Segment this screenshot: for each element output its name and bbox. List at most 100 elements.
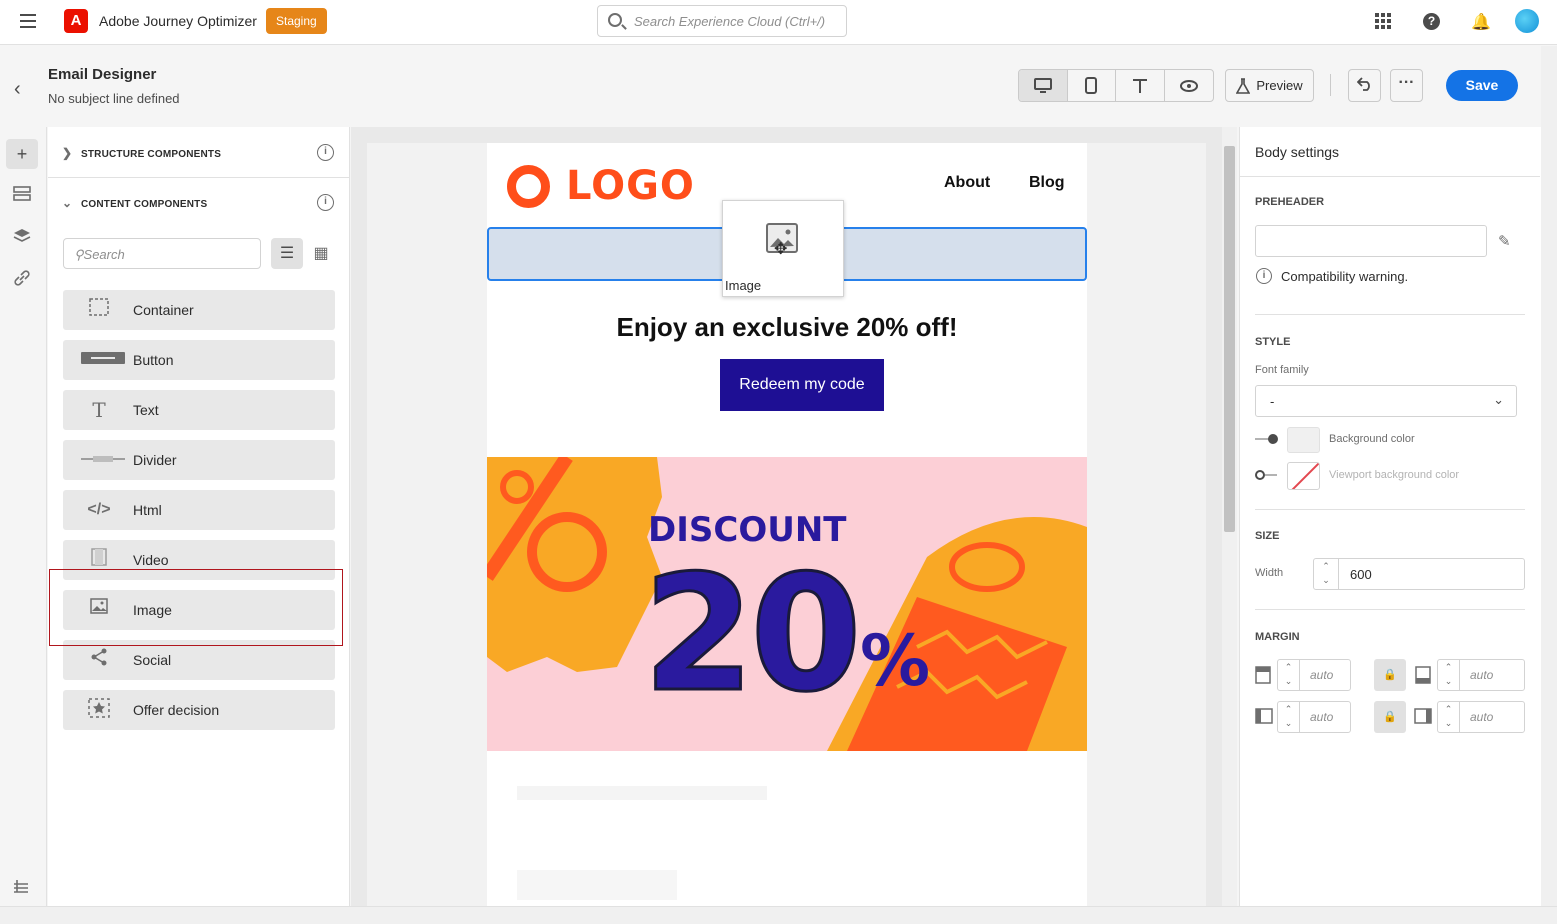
- list-view-icon[interactable]: ☰: [271, 238, 303, 269]
- text-view-icon[interactable]: [1116, 70, 1165, 101]
- canvas-scrollbar-thumb[interactable]: [1224, 146, 1235, 532]
- background-color-label: Background color: [1329, 433, 1415, 445]
- font-family-select[interactable]: - ⌄: [1255, 385, 1517, 417]
- email-nav-about[interactable]: About: [944, 174, 990, 192]
- preview-label: Preview: [1256, 78, 1303, 93]
- more-options-button[interactable]: ···: [1390, 69, 1423, 102]
- component-text[interactable]: T Text: [63, 390, 335, 430]
- edit-pencil-icon[interactable]: ✎: [1498, 232, 1511, 250]
- structure-components-header[interactable]: ❯ STRUCTURE COMPONENTS: [62, 146, 221, 166]
- component-label: Text: [133, 402, 159, 418]
- menu-icon[interactable]: [20, 14, 36, 28]
- panel-divider: [1239, 176, 1540, 177]
- component-button[interactable]: Button: [63, 340, 335, 380]
- add-components-icon[interactable]: +: [6, 139, 38, 169]
- content-components-title: CONTENT COMPONENTS: [80, 199, 208, 210]
- preview-button[interactable]: Preview: [1225, 69, 1314, 102]
- eye-preview-icon[interactable]: [1165, 70, 1214, 101]
- stepper-icon[interactable]: ⌃ ⌄: [1438, 660, 1460, 690]
- component-html[interactable]: </> Html: [63, 490, 335, 530]
- lock-horizontal-margin-icon[interactable]: 🔒: [1374, 701, 1406, 733]
- help-icon[interactable]: ?: [1423, 13, 1440, 30]
- component-label: Divider: [133, 452, 177, 468]
- save-button[interactable]: Save: [1446, 70, 1518, 101]
- margin-bottom-icon: [1415, 666, 1431, 687]
- margin-top-icon: [1255, 666, 1271, 687]
- notifications-bell-icon[interactable]: 🔔: [1471, 12, 1491, 32]
- email-logo[interactable]: LOGO: [507, 163, 695, 209]
- margin-left-input[interactable]: ⌃ ⌄ auto: [1277, 701, 1351, 733]
- component-divider[interactable]: Divider: [63, 440, 335, 480]
- section-divider: [1255, 609, 1525, 610]
- lock-vertical-margin-icon[interactable]: 🔒: [1374, 659, 1406, 691]
- info-icon[interactable]: i: [317, 144, 334, 161]
- dragged-image-component[interactable]: ✥ Image: [722, 200, 844, 297]
- section-divider: [1255, 314, 1525, 315]
- component-label: Social: [133, 652, 172, 668]
- dragged-component-label: Image: [725, 278, 762, 293]
- environment-badge[interactable]: Staging: [266, 8, 327, 34]
- component-search-input[interactable]: ⚲Search: [63, 238, 261, 269]
- component-search-placeholder: ⚲Search: [74, 247, 125, 262]
- top-bar: A Adobe Journey Optimizer Staging Search…: [0, 0, 1557, 45]
- margin-bottom-input[interactable]: ⌃ ⌄ auto: [1437, 659, 1525, 691]
- page-title: Email Designer: [48, 66, 157, 83]
- stepper-icon[interactable]: ⌃ ⌄: [1278, 660, 1300, 690]
- viewport-bg-swatch[interactable]: [1287, 462, 1320, 490]
- info-icon[interactable]: i: [317, 194, 334, 211]
- margin-left-icon: [1255, 708, 1273, 727]
- component-social[interactable]: Social: [63, 640, 335, 680]
- email-headline[interactable]: Enjoy an exclusive 20% off!: [487, 312, 1087, 343]
- panel-divider: [48, 177, 350, 178]
- margin-top-input[interactable]: ⌃ ⌄ auto: [1277, 659, 1351, 691]
- layers-icon[interactable]: [6, 223, 38, 253]
- link-icon[interactable]: [6, 265, 38, 295]
- page-scrollbar[interactable]: [1541, 46, 1557, 906]
- undo-button[interactable]: [1348, 69, 1381, 102]
- layer-settings-icon[interactable]: [6, 873, 38, 903]
- fragments-icon[interactable]: [6, 181, 38, 211]
- stepper-icon[interactable]: ⌃ ⌄: [1278, 702, 1300, 732]
- background-color-swatch[interactable]: [1287, 427, 1320, 453]
- app-title[interactable]: Adobe Journey Optimizer: [99, 13, 257, 29]
- text-icon: T: [92, 398, 106, 422]
- compatibility-warning[interactable]: Compatibility warning.: [1281, 269, 1408, 284]
- user-avatar[interactable]: [1515, 9, 1539, 33]
- email-nav-blog[interactable]: Blog: [1029, 174, 1065, 192]
- content-components-header[interactable]: ⌄ CONTENT COMPONENTS: [62, 196, 207, 216]
- mobile-view-icon[interactable]: [1068, 70, 1116, 101]
- component-container[interactable]: Container: [63, 290, 335, 330]
- desktop-view-icon[interactable]: [1019, 70, 1068, 101]
- preheader-input[interactable]: [1255, 225, 1487, 257]
- stepper-icon[interactable]: ⌃ ⌄: [1438, 702, 1460, 732]
- margin-top-value: auto: [1310, 668, 1334, 682]
- global-search-input[interactable]: Search Experience Cloud (Ctrl+/): [597, 5, 847, 37]
- redeem-code-button[interactable]: Redeem my code: [720, 359, 884, 411]
- faded-text-block: [517, 786, 767, 800]
- logo-text: LOGO: [566, 163, 695, 209]
- back-chevron-icon[interactable]: ‹: [14, 78, 21, 101]
- component-label: Offer decision: [133, 702, 220, 718]
- horizontal-scrollbar[interactable]: [0, 906, 1557, 924]
- preheader-label: PREHEADER: [1255, 196, 1325, 208]
- designer-header: [0, 46, 1557, 127]
- background-color-toggle[interactable]: [1255, 434, 1279, 444]
- component-offer-decision[interactable]: Offer decision: [63, 690, 335, 730]
- adobe-logo-icon: A: [64, 9, 88, 33]
- offer-decision-icon: [81, 698, 117, 722]
- toolbar-divider: [1330, 74, 1331, 96]
- width-input[interactable]: ⌃ ⌄ 600: [1313, 558, 1525, 590]
- stepper-icon[interactable]: ⌃ ⌄: [1314, 559, 1339, 589]
- grid-view-icon[interactable]: ▦: [309, 238, 333, 269]
- component-label: Video: [133, 552, 169, 568]
- search-placeholder: Search Experience Cloud (Ctrl+/): [634, 14, 826, 29]
- margin-right-input[interactable]: ⌃ ⌄ auto: [1437, 701, 1525, 733]
- apps-grid-icon[interactable]: [1375, 13, 1391, 29]
- margin-right-icon: [1414, 708, 1432, 727]
- viewport-bg-toggle[interactable]: [1255, 470, 1279, 480]
- logo-ring-icon: [507, 164, 550, 208]
- section-divider: [1255, 509, 1525, 510]
- subject-line-status: No subject line defined: [48, 91, 180, 106]
- view-mode-switcher: [1018, 69, 1214, 102]
- component-label: Html: [133, 502, 162, 518]
